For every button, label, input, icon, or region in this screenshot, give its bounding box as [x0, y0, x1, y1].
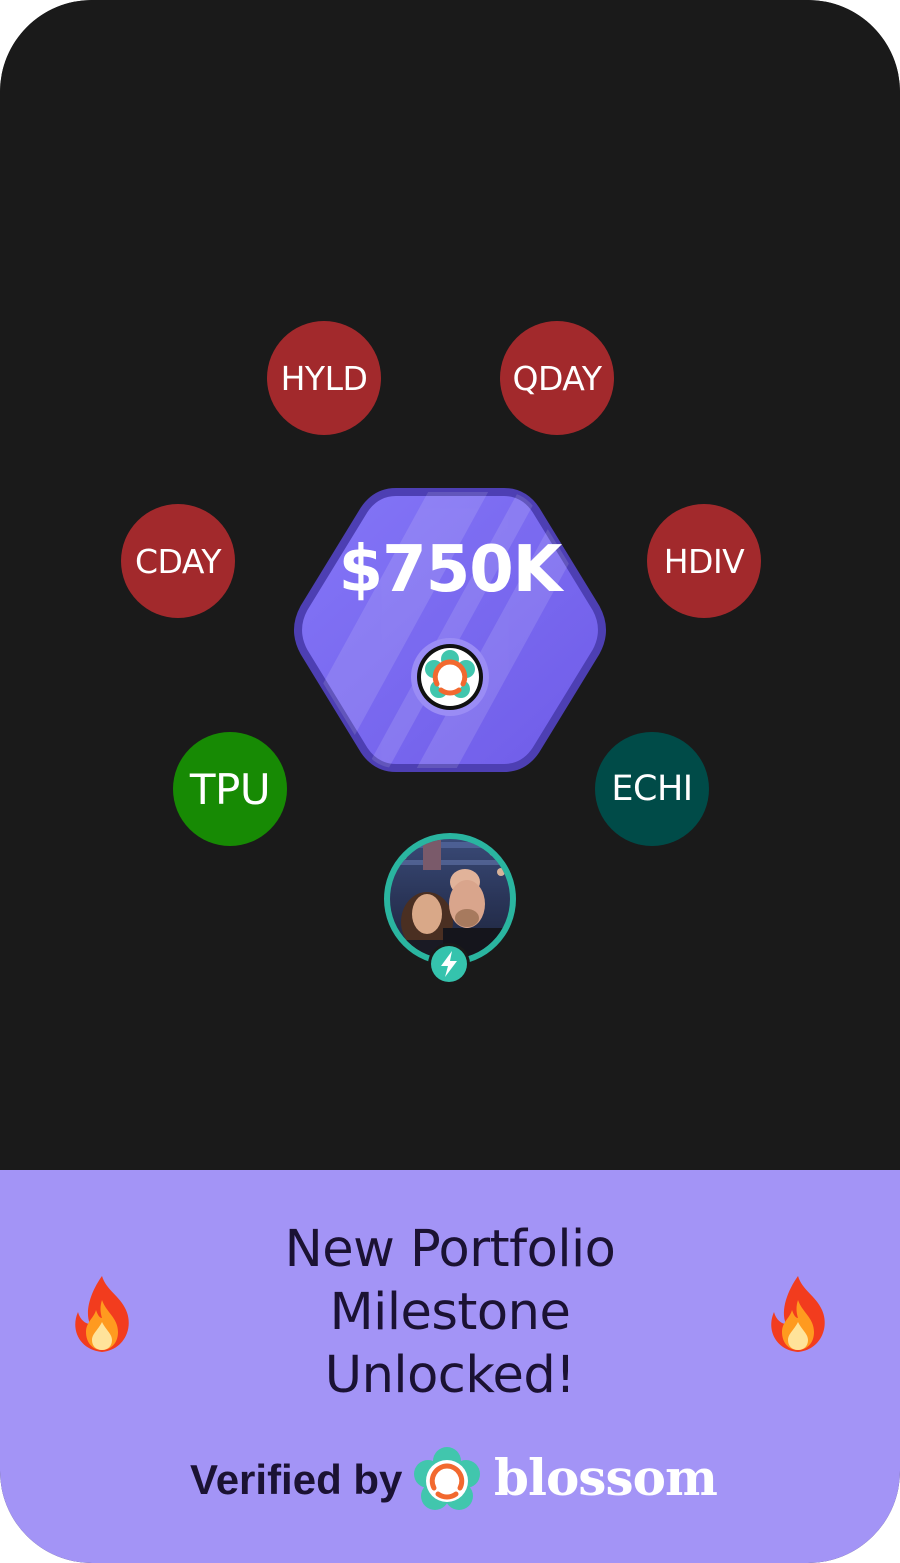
headline-line: New Portfolio [284, 1220, 616, 1279]
milestone-card: HYLD QDAY CDAY HDIV TPU ECHI $750K New P… [0, 0, 900, 1563]
blossom-logo-icon [409, 636, 491, 718]
holding-ticker: QDAY [512, 358, 602, 398]
milestone-value: $750K [338, 533, 563, 607]
brand-name: blossom [494, 1448, 718, 1507]
holding-bubble-hyld[interactable]: HYLD [267, 321, 381, 435]
milestone-hexagon[interactable] [288, 484, 612, 776]
hexagon-shape [294, 488, 606, 772]
fire-icon [756, 1272, 840, 1356]
verified-label: Verified by [190, 1456, 403, 1503]
blossom-logo-icon [410, 1444, 484, 1518]
holding-ticker: TPU [189, 764, 271, 814]
verified-by-row: Verified by blossom [0, 1444, 900, 1518]
milestone-headline: New Portfolio Milestone Unlocked! [180, 1218, 720, 1407]
headline-line: Unlocked! [324, 1346, 576, 1405]
holding-bubble-qday[interactable]: QDAY [500, 321, 614, 435]
portfolio-scene: HYLD QDAY CDAY HDIV TPU ECHI $750K [0, 0, 900, 1170]
holding-ticker: ECHI [611, 769, 693, 809]
lightning-bolt-icon [427, 942, 471, 986]
holding-bubble-tpu[interactable]: TPU [173, 732, 287, 846]
headline-line: Milestone [329, 1283, 571, 1342]
holding-ticker: HYLD [280, 358, 368, 398]
fire-icon [60, 1272, 144, 1356]
holding-bubble-echi[interactable]: ECHI [595, 732, 709, 846]
